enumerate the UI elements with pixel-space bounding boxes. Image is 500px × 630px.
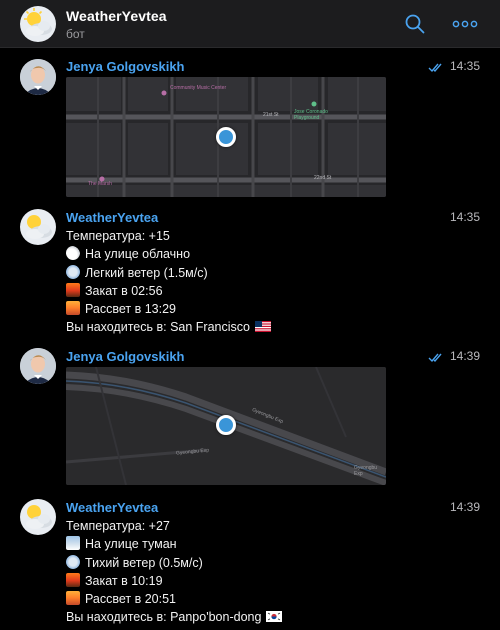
- fog-icon: [66, 536, 80, 551]
- bot-avatar[interactable]: [20, 209, 56, 245]
- us-flag-icon: [254, 319, 271, 333]
- sender-name[interactable]: WeatherYevtea: [66, 210, 158, 225]
- more-icon[interactable]: [452, 16, 478, 32]
- wind-line: Легкий ветер (1.5м/с): [66, 264, 271, 282]
- location-pin: [216, 415, 236, 435]
- chat-header: WeatherYevtea бот: [0, 0, 500, 48]
- kr-flag-icon: [266, 609, 283, 623]
- sunrise-line: Рассвет в 13:29: [66, 300, 271, 318]
- wind-icon: [66, 554, 80, 569]
- sunset-line: Закат в 10:19: [66, 572, 282, 590]
- weather-report: Температура: +27 На улице туман Тихий ве…: [66, 517, 283, 627]
- double-check-icon: [428, 60, 445, 73]
- search-icon[interactable]: [404, 13, 426, 35]
- chat-subtitle: бот: [66, 27, 85, 41]
- wind-icon: [66, 264, 80, 279]
- sunrise-line: Рассвет в 20:51: [66, 590, 282, 608]
- user-avatar[interactable]: [20, 348, 56, 384]
- message-location[interactable]: Jenya Golgovskikh 14:35 Community Music …: [0, 49, 500, 204]
- message-weather[interactable]: WeatherYevtea 14:35 Температура: +15 На …: [0, 204, 500, 344]
- location-line: Вы находитесь в: San Francisco: [66, 318, 271, 336]
- cloud-icon: [66, 246, 80, 261]
- location-map[interactable]: Gyeongbu Exp Gyeongbu Exp Gyeongbu Exp: [66, 367, 386, 485]
- weather-report: Температура: +15 На улице облачно Легкий…: [66, 227, 271, 337]
- chat-title: WeatherYevtea: [66, 8, 167, 24]
- sender-name[interactable]: Jenya Golgovskikh: [66, 349, 185, 364]
- location-line: Вы находитесь в: Panpo'bon-dong: [66, 608, 283, 626]
- message-time: 14:35: [449, 59, 480, 73]
- sunrise-icon: [66, 301, 80, 316]
- message-time: 14:35: [449, 210, 480, 224]
- double-check-icon: [428, 350, 445, 363]
- map-label-street: 22nd St: [314, 175, 332, 181]
- location-map[interactable]: Community Music Center Jose Coronado Pla…: [66, 77, 386, 197]
- map-label-street: 21st St: [263, 112, 279, 118]
- sender-name[interactable]: Jenya Golgovskikh: [66, 59, 185, 74]
- location-pin: [216, 127, 236, 147]
- map-label-road: Gyeongbu Exp: [354, 465, 378, 477]
- bot-avatar[interactable]: [20, 499, 56, 535]
- bot-avatar[interactable]: [20, 6, 56, 42]
- sunset-line: Закат в 02:56: [66, 282, 271, 300]
- wind-line: Тихий ветер (0.5м/с): [66, 554, 282, 572]
- sender-name[interactable]: WeatherYevtea: [66, 500, 158, 515]
- temperature-line: Температура: +27: [66, 519, 170, 533]
- sunset-icon: [66, 572, 80, 587]
- condition-line: На улице облачно: [66, 245, 271, 263]
- message-weather[interactable]: WeatherYevtea 14:39 Температура: +27 На …: [0, 494, 500, 630]
- message-time: 14:39: [449, 349, 480, 363]
- message-location[interactable]: Jenya Golgovskikh 14:39 Gyeongbu Exp Gye…: [0, 344, 500, 494]
- message-list[interactable]: Jenya Golgovskikh 14:35 Community Music …: [0, 49, 500, 630]
- temperature-line: Температура: +15: [66, 229, 170, 243]
- map-label-poi: The Marsh: [88, 181, 112, 187]
- sunrise-icon: [66, 591, 80, 606]
- condition-line: На улице туман: [66, 535, 282, 553]
- map-label-poi: Jose Coronado Playground: [294, 109, 328, 121]
- sunset-icon: [66, 282, 80, 297]
- map-label-poi: Community Music Center: [170, 85, 227, 91]
- message-time: 14:39: [449, 500, 480, 514]
- user-avatar[interactable]: [20, 59, 56, 95]
